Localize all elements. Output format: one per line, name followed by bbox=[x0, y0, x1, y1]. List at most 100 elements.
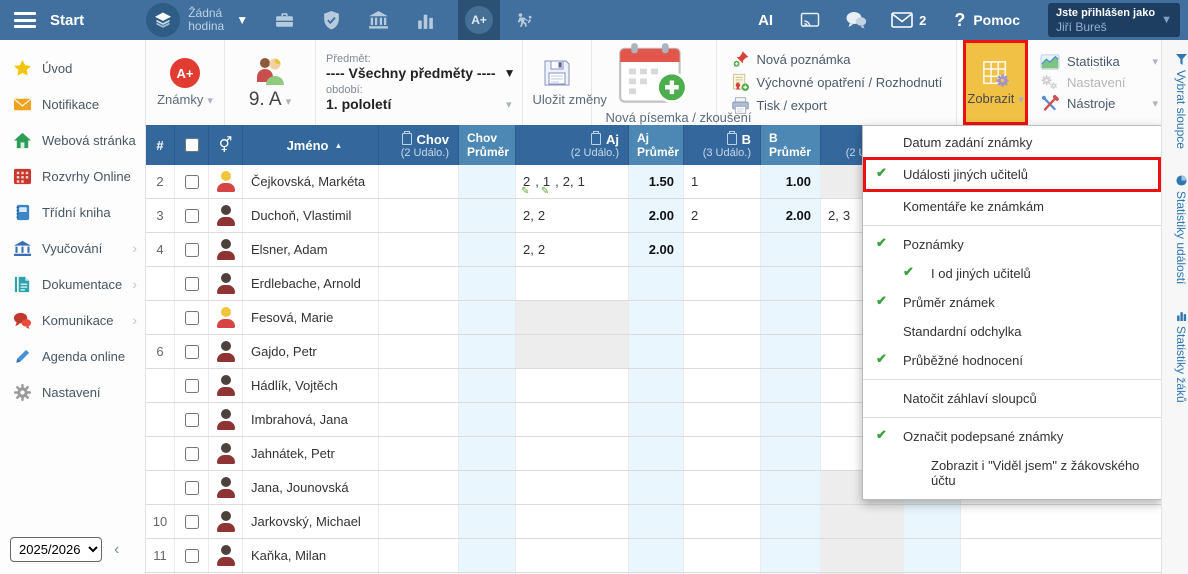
grade-cell-chov[interactable] bbox=[379, 301, 459, 334]
sidebar-item-nastaveni[interactable]: Nastavení bbox=[0, 374, 145, 410]
grade-cell-b[interactable] bbox=[684, 369, 761, 402]
menu-item[interactable]: Datum zadání známky bbox=[863, 128, 1161, 157]
grade-cell-b[interactable]: 1 bbox=[684, 165, 761, 198]
sidebar-item-dokumentace[interactable]: Dokumentace› bbox=[0, 266, 145, 302]
grade-cell-aj[interactable] bbox=[516, 403, 629, 436]
grade-cell-ch[interactable] bbox=[821, 539, 904, 572]
collapse-sidebar-icon[interactable]: ‹ bbox=[114, 541, 119, 559]
menu-item[interactable]: ✔Průměr známek bbox=[863, 288, 1161, 317]
student-name[interactable]: Elsner, Adam bbox=[243, 233, 379, 266]
grade-cell-chov[interactable] bbox=[379, 199, 459, 232]
new-exam-button[interactable]: Nová písemka / zkoušení bbox=[592, 40, 717, 125]
row-checkbox[interactable] bbox=[185, 209, 199, 223]
new-note-button[interactable]: Nová poznámka bbox=[731, 50, 943, 69]
grade-cell-aj[interactable] bbox=[516, 471, 629, 504]
statistika-button[interactable]: Statistika▾ bbox=[1040, 53, 1158, 71]
row-checkbox[interactable] bbox=[185, 243, 199, 257]
header-column-aj[interactable]: Aj(2 Událo.) bbox=[516, 125, 629, 165]
sidebar-item-notifikace[interactable]: Notifikace bbox=[0, 86, 145, 122]
sidebar-item-rozvrhy-online[interactable]: Rozvrhy Online bbox=[0, 158, 145, 194]
header-column-bAvg[interactable]: BPrůměr bbox=[761, 125, 821, 165]
select-all-checkbox[interactable] bbox=[185, 138, 199, 152]
hamburger-menu-icon[interactable] bbox=[14, 12, 36, 28]
header-column-chov[interactable]: Chov(2 Událo.) bbox=[379, 125, 459, 165]
grade-cell-chov[interactable] bbox=[379, 471, 459, 504]
menu-item[interactable]: Natočit záhlaví sloupců bbox=[863, 384, 1161, 413]
student-name[interactable]: Čejkovská, Markéta bbox=[243, 165, 379, 198]
menu-item[interactable]: ✔I od jiných učitelů bbox=[863, 259, 1161, 288]
grade-cell-aj[interactable] bbox=[516, 539, 629, 572]
header-column-chovAvg[interactable]: ChovPrůměr bbox=[459, 125, 516, 165]
row-checkbox[interactable] bbox=[185, 277, 199, 291]
row-checkbox[interactable] bbox=[185, 311, 199, 325]
grade-cell-chov[interactable] bbox=[379, 539, 459, 572]
period-select[interactable]: 1. pololetí ▾ bbox=[326, 96, 512, 112]
mail-icon[interactable] bbox=[891, 10, 913, 30]
grade-cell-b[interactable] bbox=[684, 539, 761, 572]
grade-cell-aj[interactable]: 2, 2 bbox=[516, 199, 629, 232]
nastroje-button[interactable]: Nástroje▾ bbox=[1040, 95, 1158, 113]
row-checkbox[interactable] bbox=[185, 175, 199, 189]
help-button[interactable]: ? Pomoc bbox=[954, 10, 1020, 31]
briefcase-icon[interactable] bbox=[274, 10, 295, 31]
shield-icon[interactable] bbox=[321, 10, 342, 31]
grade-cell-chov[interactable] bbox=[379, 165, 459, 198]
grade-cell-aj[interactable]: 2✎, 1✎, 2, 1 bbox=[516, 165, 629, 198]
grade-cell-chov[interactable] bbox=[379, 403, 459, 436]
grade-cell-b[interactable] bbox=[684, 437, 761, 470]
grade-cell-b[interactable] bbox=[684, 233, 761, 266]
grade-cell-aj[interactable] bbox=[516, 335, 629, 368]
lesson-layers-icon[interactable] bbox=[146, 3, 180, 37]
student-name[interactable]: Imbrahová, Jana bbox=[243, 403, 379, 436]
zobrazit-display-options-button[interactable]: Zobrazit▾ bbox=[963, 40, 1028, 125]
grade-cell-chov[interactable] bbox=[379, 437, 459, 470]
header-name-sort[interactable]: Jméno▲ bbox=[243, 125, 379, 165]
grade-cell-b[interactable] bbox=[684, 505, 761, 538]
grade-cell-chov[interactable] bbox=[379, 335, 459, 368]
menu-item[interactable]: ✔Označit podepsané známky bbox=[863, 422, 1161, 451]
start-label[interactable]: Start bbox=[50, 12, 84, 29]
grade-cell-chov[interactable] bbox=[379, 233, 459, 266]
class-selector[interactable]: 9. A▾ bbox=[225, 40, 316, 125]
user-account-dropdown[interactable]: Jste přihlášen jako Jiří Bureš ▼ bbox=[1048, 3, 1180, 37]
grade-cell-b[interactable] bbox=[684, 267, 761, 300]
grade-cell-aj[interactable] bbox=[516, 437, 629, 470]
ai-button[interactable]: AI bbox=[758, 12, 773, 29]
grades-module-active-tile[interactable]: A+ bbox=[458, 0, 500, 40]
grade-cell-aj[interactable] bbox=[516, 369, 629, 402]
student-name[interactable]: Duchoň, Vlastimil bbox=[243, 199, 379, 232]
student-name[interactable]: Jarkovský, Michael bbox=[243, 505, 379, 538]
grade-cell-b[interactable] bbox=[684, 403, 761, 436]
row-checkbox[interactable] bbox=[185, 481, 199, 495]
screen-cast-icon[interactable] bbox=[799, 10, 821, 30]
nastaveni-button[interactable]: Nastavení bbox=[1040, 74, 1158, 92]
grade-cell-b[interactable] bbox=[684, 335, 761, 368]
student-name[interactable]: Gajdo, Petr bbox=[243, 335, 379, 368]
row-checkbox[interactable] bbox=[185, 379, 199, 393]
grade-cell-aj[interactable] bbox=[516, 505, 629, 538]
current-lesson-status[interactable]: Žádná hodina bbox=[188, 7, 232, 33]
row-checkbox[interactable] bbox=[185, 515, 199, 529]
znamky-module-button[interactable]: A+ Známky▾ bbox=[146, 40, 225, 125]
menu-item[interactable]: ✔Poznámky bbox=[863, 230, 1161, 259]
right-tab-statistiky-zaku[interactable]: Statistiky žáků bbox=[1162, 310, 1188, 403]
header-column-ajAvg[interactable]: AjPrůměr bbox=[629, 125, 684, 165]
print-export-button[interactable]: Tisk / export bbox=[731, 96, 943, 115]
sidebar-item-uvod[interactable]: Úvod bbox=[0, 50, 145, 86]
sidebar-item-tridni-kniha[interactable]: Třídní kniha bbox=[0, 194, 145, 230]
right-tab-vybrat-sloupce[interactable]: Vybrat sloupce bbox=[1162, 54, 1188, 149]
save-changes-button[interactable]: Uložit změny bbox=[523, 40, 592, 125]
student-name[interactable]: Fesová, Marie bbox=[243, 301, 379, 334]
student-name[interactable]: Jahnátek, Petr bbox=[243, 437, 379, 470]
menu-item[interactable]: Komentáře ke známkám bbox=[863, 192, 1161, 221]
barchart-icon[interactable] bbox=[415, 10, 436, 31]
student-name[interactable]: Hádlík, Vojtěch bbox=[243, 369, 379, 402]
sidebar-item-agenda-online[interactable]: Agenda online bbox=[0, 338, 145, 374]
grade-cell-chov[interactable] bbox=[379, 267, 459, 300]
chat-bubbles-icon[interactable] bbox=[845, 10, 867, 30]
student-name[interactable]: Jana, Jounovská bbox=[243, 471, 379, 504]
sidebar-item-vyucovani[interactable]: Vyučování› bbox=[0, 230, 145, 266]
institution-icon[interactable] bbox=[368, 10, 389, 31]
menu-item[interactable]: Zobrazit i "Viděl jsem" z žákovského účt… bbox=[863, 451, 1161, 495]
subject-select[interactable]: ---- Všechny předměty ---- ▼ bbox=[326, 65, 512, 81]
